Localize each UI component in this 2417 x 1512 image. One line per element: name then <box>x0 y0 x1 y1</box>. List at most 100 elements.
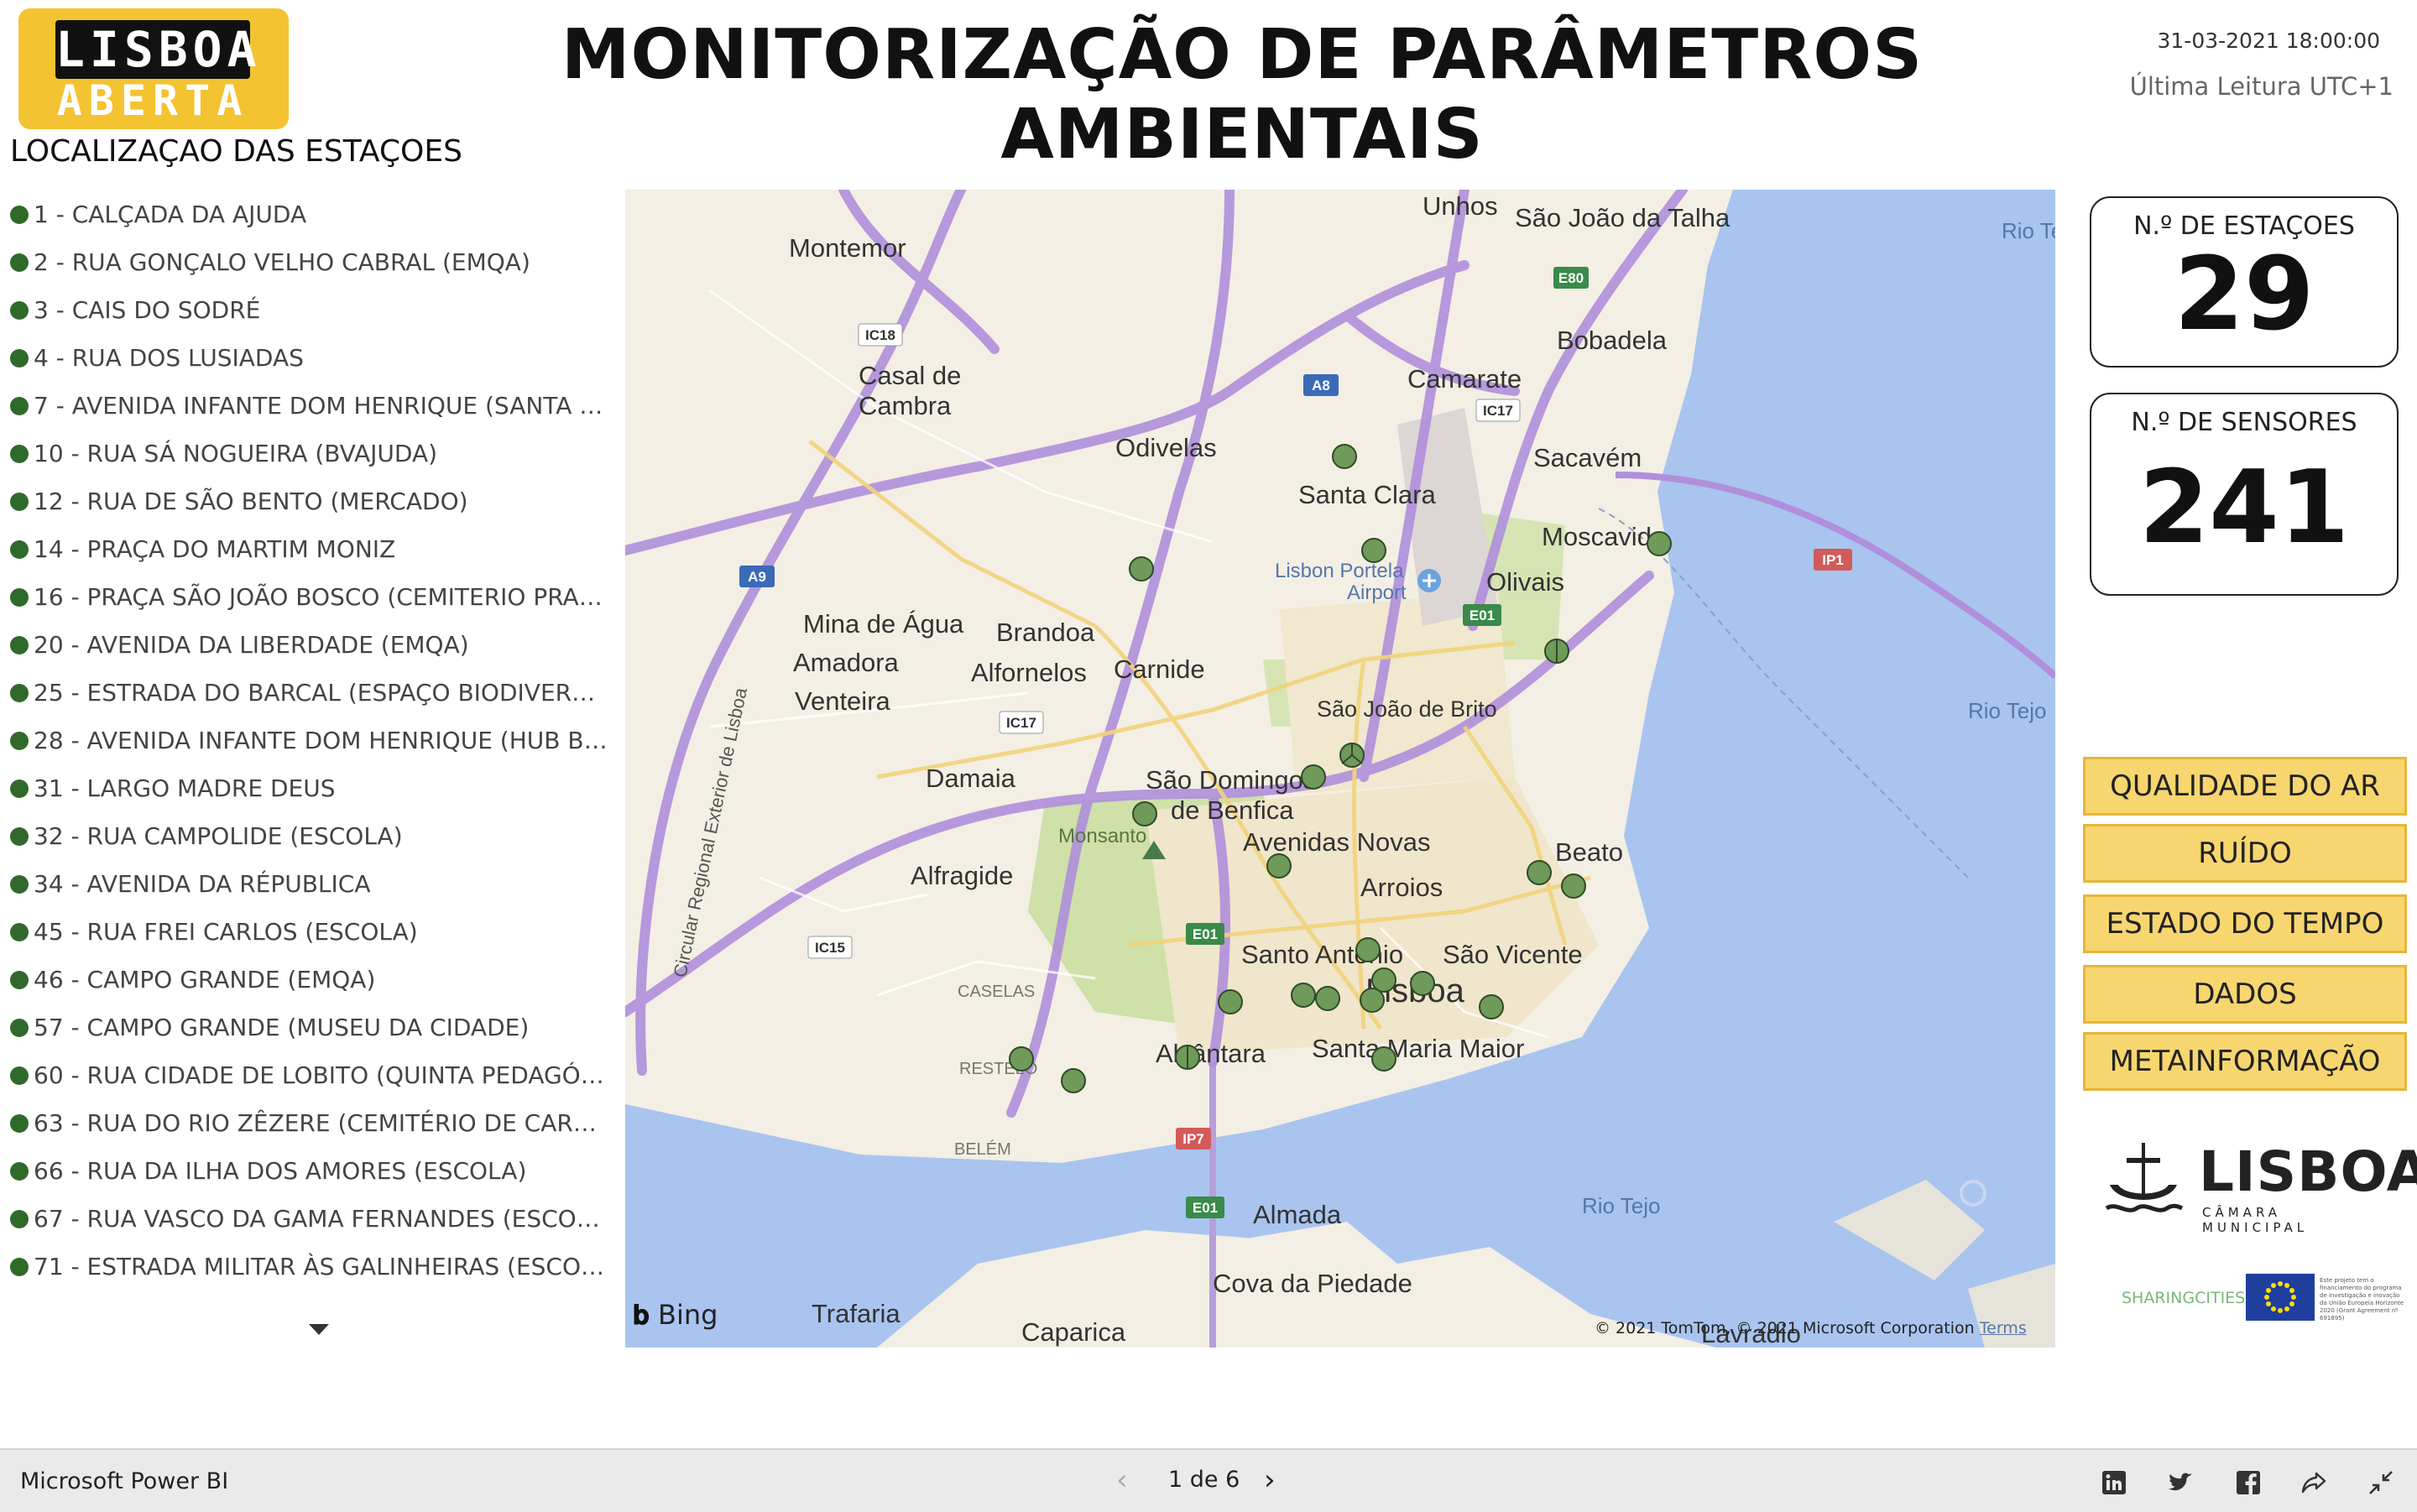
nav-button-air-quality[interactable]: QUALIDADE DO AR <box>2083 757 2407 816</box>
station-list-item[interactable]: 34 - AVENIDA DA RÉPUBLICA <box>10 868 608 915</box>
station-list-item[interactable]: 32 - RUA CAMPOLIDE (ESCOLA) <box>10 820 608 868</box>
facebook-icon[interactable] <box>2234 1468 2263 1497</box>
station-name: 2 - RUA GONÇALO VELHO CABRAL (EMQA) <box>34 248 530 276</box>
station-marker[interactable] <box>1129 556 1154 581</box>
station-list-item[interactable]: 3 - CAIS DO SODRÉ <box>10 294 608 342</box>
station-status-dot <box>10 1114 29 1133</box>
map-label-damaia: Damaia <box>926 764 1016 793</box>
map-label-monsanto: Monsanto <box>1058 825 1146 847</box>
map-attribution: © 2021 TomTom, © 2021 Microsoft Corporat… <box>1595 1319 2027 1337</box>
station-list-item[interactable]: 28 - AVENIDA INFANTE DOM HENRIQUE (HUB B… <box>10 724 608 772</box>
station-name: 25 - ESTRADA DO BARCAL (ESPAÇO BIODIVERS… <box>34 679 608 706</box>
map-terms-link[interactable]: Terms <box>1980 1319 2027 1337</box>
station-list-item[interactable]: 31 - LARGO MADRE DEUS <box>10 772 608 820</box>
station-list-item[interactable]: 4 - RUA DOS LUSIADAS <box>10 342 608 389</box>
powerbi-brand[interactable]: Microsoft Power BI <box>20 1468 228 1494</box>
bing-label: Bing <box>658 1299 718 1331</box>
map-label-rio-tejo-2: Rio Tejo <box>1968 698 2046 723</box>
station-marker[interactable] <box>1301 764 1326 790</box>
station-name: 60 - RUA CIDADE DE LOBITO (QUINTA PEDAGÓ… <box>34 1061 608 1089</box>
station-status-dot <box>10 732 29 750</box>
station-list-item[interactable]: 2 - RUA GONÇALO VELHO CABRAL (EMQA) <box>10 246 608 294</box>
station-name: 46 - CAMPO GRANDE (EMQA) <box>34 966 376 993</box>
station-marker[interactable] <box>1061 1068 1086 1093</box>
station-marker[interactable] <box>1315 986 1340 1011</box>
station-list-item[interactable]: 7 - AVENIDA INFANTE DOM HENRIQUE (SANTA … <box>10 389 608 437</box>
station-name: 12 - RUA DE SÃO BENTO (MERCADO) <box>34 487 468 515</box>
station-marker[interactable] <box>1361 538 1386 563</box>
bing-logo-icon: 𝐛 <box>633 1299 650 1331</box>
station-list-item[interactable]: 10 - RUA SÁ NOGUEIRA (BVAJUDA) <box>10 437 608 485</box>
nav-button-weather[interactable]: ESTADO DO TEMPO <box>2083 894 2407 953</box>
station-list-item[interactable]: 67 - RUA VASCO DA GAMA FERNANDES (ESCOLA… <box>10 1202 608 1250</box>
station-marker[interactable] <box>1218 989 1243 1014</box>
station-list-item[interactable]: 14 - PRAÇA DO MARTIM MONIZ <box>10 533 608 581</box>
station-name: 3 - CAIS DO SODRÉ <box>34 296 261 324</box>
nav-button-data[interactable]: DADOS <box>2083 965 2407 1024</box>
station-name: 63 - RUA DO RIO ZÊZERE (CEMITÉRIO DE CAR… <box>34 1109 608 1137</box>
station-marker[interactable] <box>1266 853 1292 879</box>
station-list-item[interactable]: 45 - RUA FREI CARLOS (ESCOLA) <box>10 915 608 963</box>
map-label-carnide: Carnide <box>1114 654 1205 684</box>
fullscreen-exit-icon[interactable] <box>2367 1468 2395 1497</box>
map-label-alcantara: Alcântara <box>1156 1039 1266 1068</box>
station-list-item[interactable]: 71 - ESTRADA MILITAR ÀS GALINHEIRAS (ESC… <box>10 1250 608 1298</box>
stations-map[interactable]: Montemor Unhos São João da Talha Casal d… <box>625 190 2055 1348</box>
station-marker[interactable] <box>1410 971 1435 996</box>
cm-logo-name: LISBOA <box>2199 1139 2417 1204</box>
station-marker[interactable] <box>1009 1046 1034 1071</box>
map-label-caselas: CASELAS <box>958 983 1035 1001</box>
station-marker[interactable] <box>1291 983 1316 1008</box>
station-marker[interactable] <box>1527 860 1552 885</box>
chevron-right-icon[interactable]: › <box>1264 1463 1276 1497</box>
station-status-dot <box>10 397 29 415</box>
station-marker[interactable] <box>1647 531 1672 556</box>
station-status-dot <box>10 349 29 368</box>
station-marker[interactable] <box>1360 988 1385 1013</box>
station-status-dot <box>10 1019 29 1037</box>
road-shield-ic17: IC17 <box>1483 403 1513 419</box>
map-label-alfragide: Alfragide <box>911 861 1013 890</box>
station-list-item[interactable]: 57 - CAMPO GRANDE (MUSEU DA CIDADE) <box>10 1011 608 1059</box>
kpi-card-stations: N.º DE ESTAÇOES 29 <box>2090 196 2399 368</box>
station-marker[interactable] <box>1371 1046 1396 1071</box>
partner-logos: SHARINGCITIES Este projeto tem o financi… <box>2122 1270 2407 1324</box>
bing-logo[interactable]: 𝐛 Bing <box>633 1299 718 1332</box>
station-list-item[interactable]: 66 - RUA DA ILHA DOS AMORES (ESCOLA) <box>10 1155 608 1202</box>
station-name: 14 - PRAÇA DO MARTIM MONIZ <box>34 535 396 563</box>
map-label-beato: Beato <box>1555 837 1623 867</box>
station-list-item[interactable]: 20 - AVENIDA DA LIBERDADE (EMQA) <box>10 628 608 676</box>
station-list-item[interactable]: 46 - CAMPO GRANDE (EMQA) <box>10 963 608 1011</box>
linkedin-icon[interactable] <box>2100 1468 2128 1497</box>
nav-button-noise[interactable]: RUÍDO <box>2083 824 2407 883</box>
station-list-item[interactable]: 12 - RUA DE SÃO BENTO (MERCADO) <box>10 485 608 533</box>
page-title: MONITORIZAÇÃO DE PARÂMETROS AMBIENTAIS <box>561 15 1924 175</box>
lisboa-camara-municipal-logo: LISBOA CÂMARA MUNICIPAL <box>2101 1138 2417 1235</box>
station-list-item[interactable]: 25 - ESTRADA DO BARCAL (ESPAÇO BIODIVERS… <box>10 676 608 724</box>
station-marker[interactable] <box>1332 444 1357 469</box>
map-label-avenidas-novas: Avenidas Novas <box>1243 827 1430 857</box>
station-name: 34 - AVENIDA DA RÉPUBLICA <box>34 870 371 898</box>
station-marker[interactable] <box>1561 873 1586 899</box>
map-label-alfornelos: Alfornelos <box>971 658 1087 687</box>
station-name: 66 - RUA DA ILHA DOS AMORES (ESCOLA) <box>34 1157 527 1185</box>
station-list-item[interactable]: 60 - RUA CIDADE DE LOBITO (QUINTA PEDAGÓ… <box>10 1059 608 1107</box>
station-marker[interactable] <box>1479 994 1504 1019</box>
logo-top-text: LISBOA <box>55 20 262 79</box>
last-reading-label: Última Leitura UTC+1 <box>2129 72 2394 101</box>
share-icon[interactable] <box>2300 1468 2328 1497</box>
chevron-left-icon[interactable]: ‹ <box>1116 1463 1128 1497</box>
station-list-item[interactable]: 1 - CALÇADA DA AJUDA <box>10 198 608 246</box>
station-list-item[interactable]: 16 - PRAÇA SÃO JOÃO BOSCO (CEMITERIO PRA… <box>10 581 608 628</box>
station-list-item[interactable]: 63 - RUA DO RIO ZÊZERE (CEMITÉRIO DE CAR… <box>10 1107 608 1155</box>
station-marker[interactable] <box>1355 937 1381 962</box>
station-marker[interactable] <box>1132 801 1157 826</box>
map-label-sao-joao-da-talha: São João da Talha <box>1515 203 1731 232</box>
caret-down-icon[interactable] <box>309 1324 329 1335</box>
map-label-caparica: Caparica <box>1021 1317 1126 1347</box>
lisboa-aberta-logo: LISBOA ABERTA <box>18 8 289 129</box>
nav-button-metadata[interactable]: METAINFORMAÇÃO <box>2083 1032 2407 1091</box>
stations-heading: LOCALIZAÇAO DAS ESTAÇOES <box>10 134 462 169</box>
map-label-rio-tejo-1: Rio Tejo <box>2002 218 2055 243</box>
twitter-icon[interactable] <box>2167 1468 2195 1497</box>
